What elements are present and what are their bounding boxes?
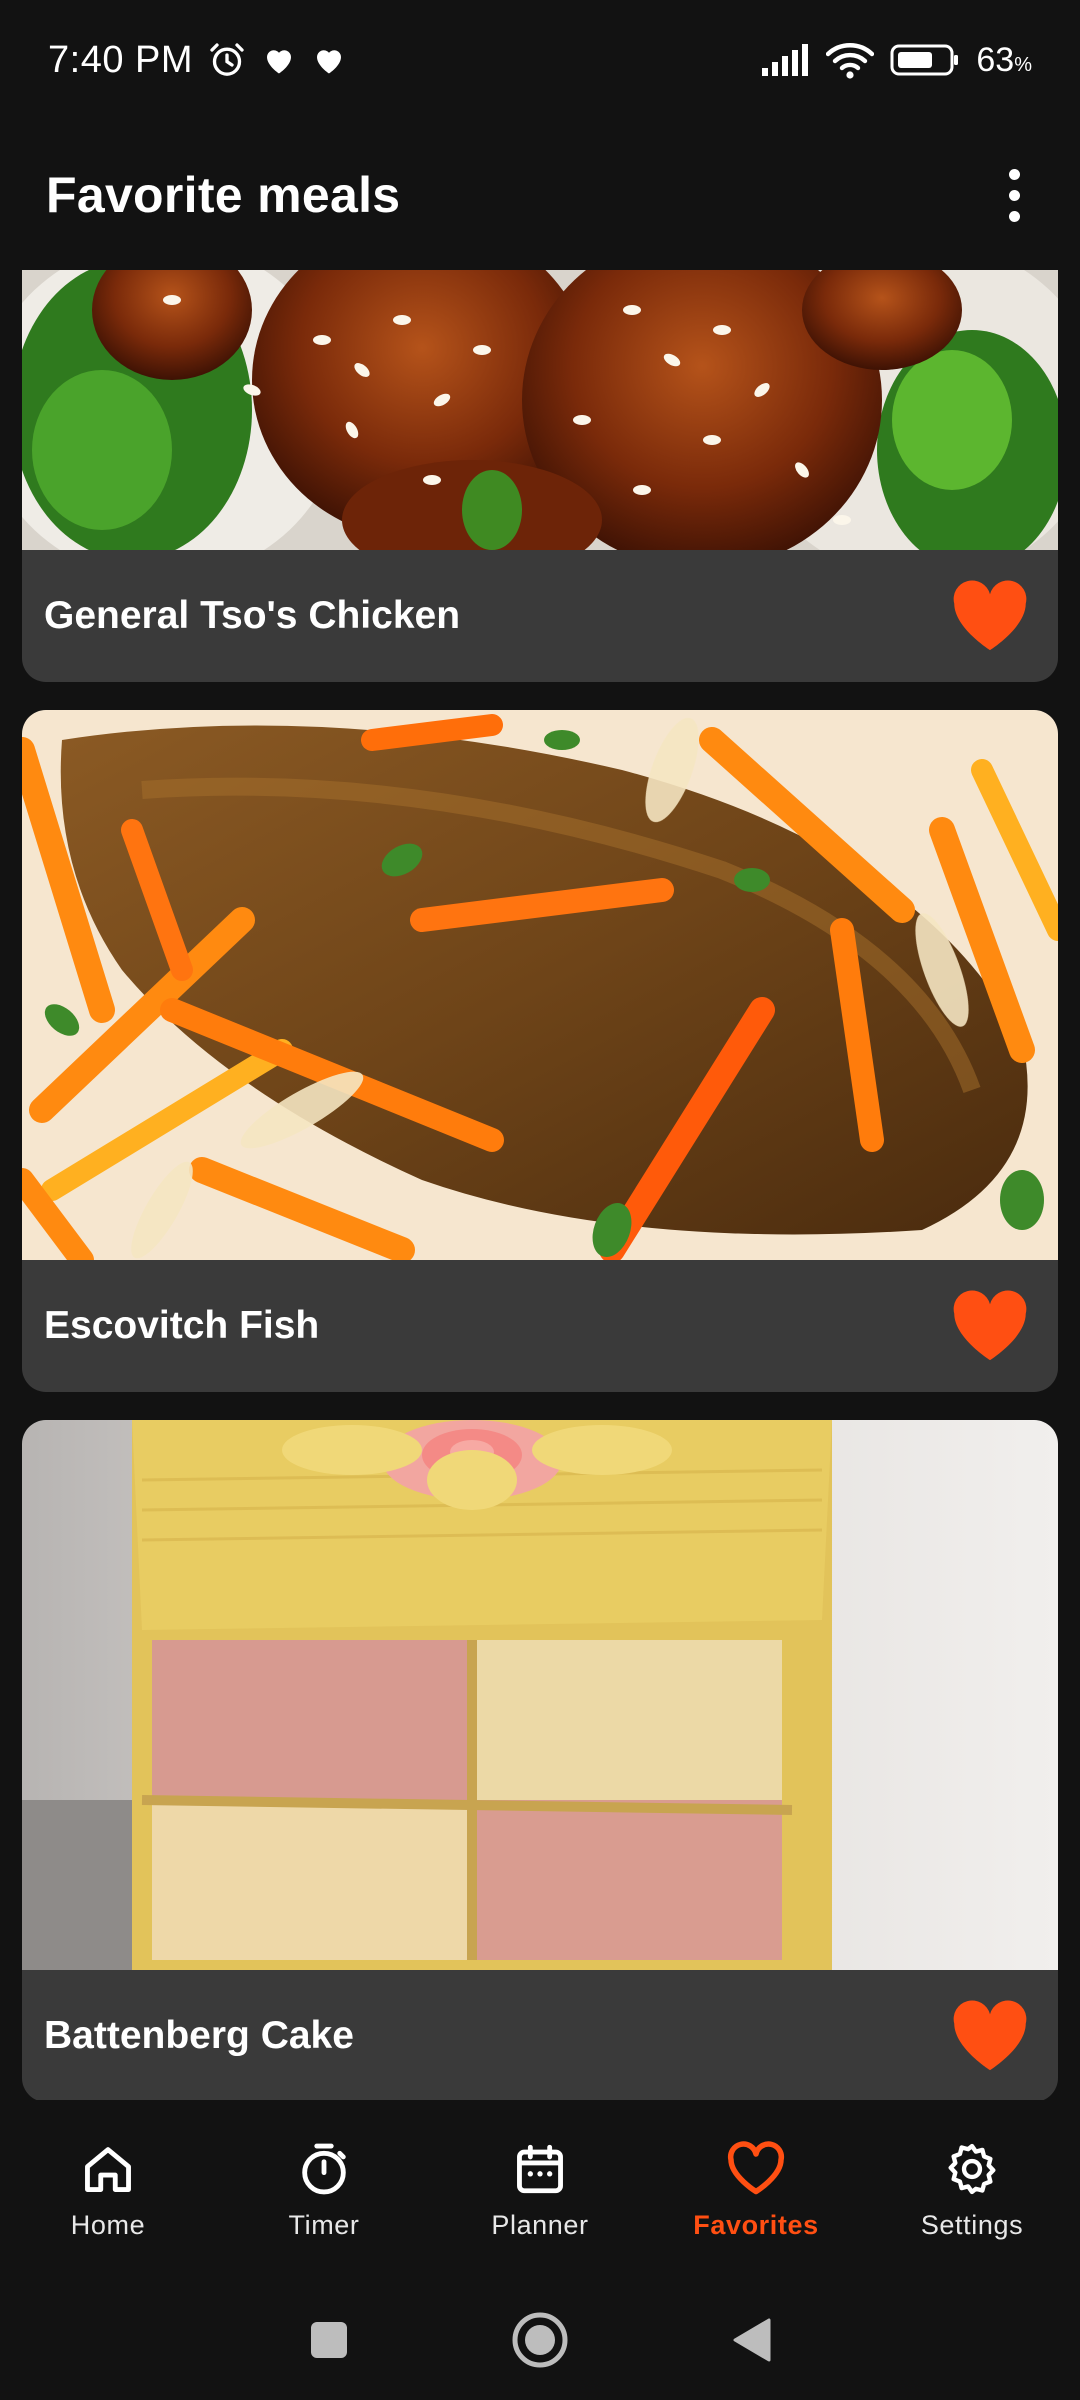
alarm-icon [210, 43, 244, 76]
nav-label: Favorites [693, 2209, 819, 2240]
timer-icon [302, 2143, 346, 2194]
heart-filled-icon [953, 1290, 1027, 1361]
heart-icon [317, 50, 342, 74]
nav-label: Home [70, 2209, 146, 2240]
more-vert-icon[interactable] [994, 160, 1034, 230]
nav-label: Timer [288, 2209, 360, 2240]
battery-percentage: 63% [976, 40, 1032, 79]
meal-footer: General Tso's Chicken [22, 550, 1058, 682]
favorites-list[interactable]: General Tso's Chicken Escovitch Fish Bat… [22, 270, 1058, 2100]
heart-icon [267, 50, 292, 74]
meal-name: General Tso's Chicken [44, 594, 461, 637]
nav-label: Settings [920, 2209, 1024, 2240]
meal-card[interactable]: General Tso's Chicken [22, 270, 1058, 682]
meal-image-escovitch-fish [22, 710, 1058, 1260]
meal-footer: Escovitch Fish [22, 1260, 1058, 1392]
gear-icon [948, 2143, 996, 2194]
meal-footer: Battenberg Cake [22, 1970, 1058, 2100]
meal-image-general-tsos-chicken [22, 270, 1058, 550]
meal-card[interactable]: Escovitch Fish [22, 710, 1058, 1392]
status-bar: 7:40 PM 63% [0, 0, 1080, 120]
recents-icon[interactable] [307, 2318, 351, 2362]
nav-timer[interactable]: Timer [216, 2100, 432, 2280]
signal-icon [762, 44, 809, 76]
favorite-button[interactable] [950, 1996, 1030, 2076]
home-circle-icon[interactable] [511, 2311, 569, 2369]
system-navigation-bar [0, 2280, 1080, 2400]
wifi-icon [826, 43, 875, 79]
favorite-button[interactable] [950, 576, 1030, 656]
page-title: Favorite meals [46, 167, 401, 223]
heart-filled-icon [953, 2000, 1027, 2071]
favorite-button[interactable] [950, 1286, 1030, 1366]
home-icon [85, 2146, 131, 2192]
heart-outline-icon [727, 2140, 785, 2194]
meal-image-battenberg-cake [22, 1420, 1058, 1970]
meal-card[interactable]: Battenberg Cake [22, 1420, 1058, 2100]
nav-settings[interactable]: Settings [864, 2100, 1080, 2280]
status-time: 7:40 PM [48, 38, 194, 81]
nav-favorites[interactable]: Favorites [648, 2100, 864, 2280]
battery-icon [890, 44, 959, 76]
nav-planner[interactable]: Planner [432, 2100, 648, 2280]
back-icon[interactable] [729, 2316, 773, 2364]
meal-name: Escovitch Fish [44, 1304, 320, 1347]
nav-label: Planner [491, 2209, 589, 2240]
app-bar: Favorite meals [0, 120, 1080, 270]
meal-name: Battenberg Cake [44, 2014, 354, 2057]
calendar-icon [517, 2144, 563, 2193]
bottom-navigation: Home Timer Planner Favorites Settings [0, 2100, 1080, 2280]
nav-home[interactable]: Home [0, 2100, 216, 2280]
heart-filled-icon [953, 580, 1027, 651]
